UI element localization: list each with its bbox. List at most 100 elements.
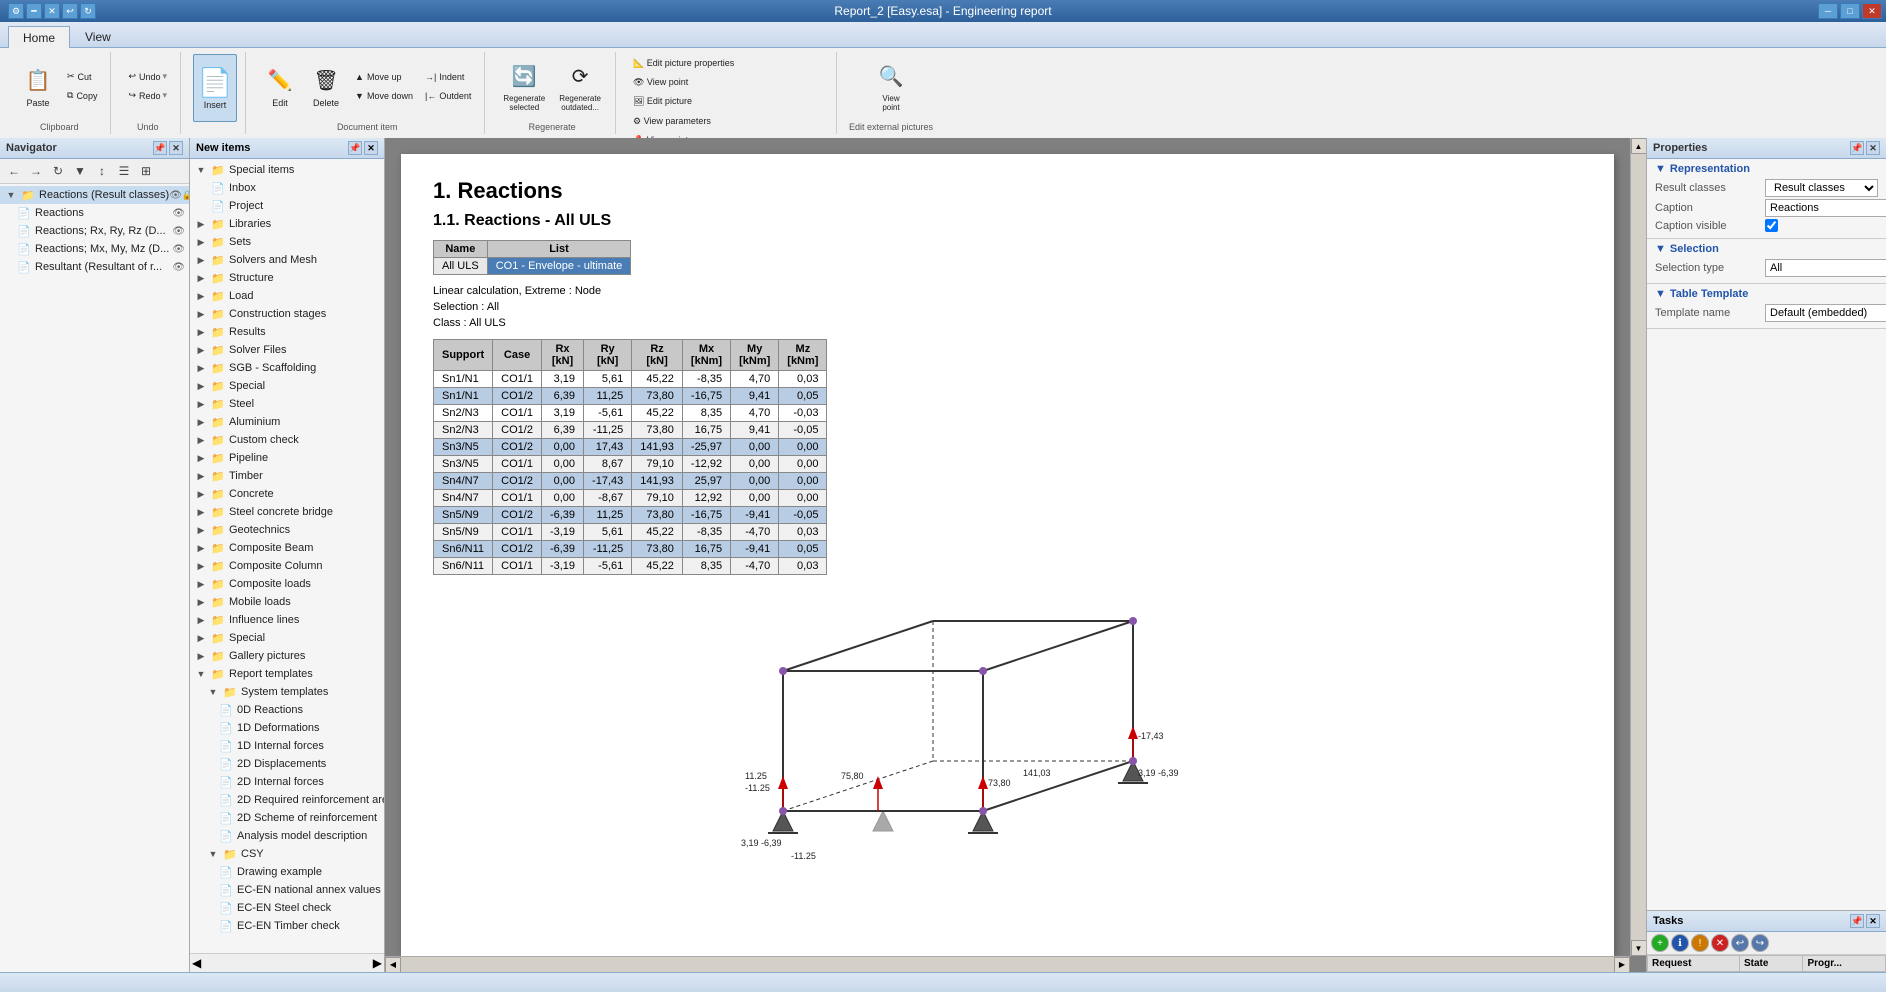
nav-item-reactions-xyz[interactable]: 📄 Reactions; Rx, Ry, Rz (D... 👁 [0,222,189,240]
view-point-button[interactable]: 👁 View point [628,73,739,91]
regenerate-outdated-button[interactable]: ⟳ Regenerateoutdated... [553,56,607,116]
nav-pin-btn[interactable]: 📌 [153,141,167,155]
task-btn-back[interactable]: ↩ [1731,934,1749,952]
redo-button[interactable]: ↪ Redo ▾ [123,87,172,105]
ni-csy[interactable]: ▼📁CSY [190,845,384,863]
ni-solver-files[interactable]: ▶📁Solver Files [190,341,384,359]
nav-item-reactions-mxyz[interactable]: 📄 Reactions; Mx, My, Mz (D... 👁 [0,240,189,258]
ni-ec-en-annex[interactable]: 📄EC-EN national annex values [190,881,384,899]
nav-forward-btn[interactable]: → [26,161,46,181]
tab-home[interactable]: Home [8,26,70,48]
redo-btn[interactable]: ↻ [80,3,96,19]
ni-2d-scheme[interactable]: 📄2D Scheme of reinforcement [190,809,384,827]
ni-composite-column[interactable]: ▶📁Composite Column [190,557,384,575]
nav-item-reactions[interactable]: 📄 Reactions 👁 [0,204,189,222]
edit-button[interactable]: ✏️ Edit [258,56,302,116]
eye-icon-4[interactable]: 👁 [172,262,185,273]
minimize-button[interactable]: ─ [1818,3,1838,19]
insert-button[interactable]: 📄 Insert [193,54,237,122]
ni-ec-en-timber[interactable]: 📄EC-EN Timber check [190,917,384,935]
ni-steel-bridge[interactable]: ▶📁Steel concrete bridge [190,503,384,521]
ni-report-templates[interactable]: ▼📁Report templates [190,665,384,683]
view-params-button[interactable]: ⚙ View parameters [628,112,716,130]
menu-btn[interactable]: ━ [26,3,42,19]
undo-btn[interactable]: ↩ [62,3,78,19]
ni-2d-displacements[interactable]: 📄2D Displacements [190,755,384,773]
ni-aluminium[interactable]: ▶📁Aluminium [190,413,384,431]
ni-analysis-model[interactable]: 📄Analysis model description [190,827,384,845]
move-up-button[interactable]: ▲ Move up [350,68,418,86]
ni-project[interactable]: 📄 Project [190,197,384,215]
tasks-pin-btn[interactable]: 📌 [1850,914,1864,928]
caption-input[interactable] [1765,199,1886,217]
ni-concrete[interactable]: ▶📁Concrete [190,485,384,503]
tree-left-btn[interactable]: ◀ [192,956,201,970]
ni-1d-internal[interactable]: 📄1D Internal forces [190,737,384,755]
caption-visible-checkbox[interactable] [1765,219,1778,232]
edit-picture-button[interactable]: 🖼 Edit picture [628,92,739,110]
ni-system-templates[interactable]: ▼📁System templates [190,683,384,701]
tasks-close-btn[interactable]: ✕ [1866,914,1880,928]
ni-2d-reinf[interactable]: 📄2D Required reinforcement areas E [190,791,384,809]
ni-gallery[interactable]: ▶📁Gallery pictures [190,647,384,665]
copy-button[interactable]: ⧉ Copy [62,87,102,105]
indent-button[interactable]: →| Indent [420,68,476,86]
task-btn-orange[interactable]: ! [1691,934,1709,952]
task-btn-forward[interactable]: ↪ [1751,934,1769,952]
window-controls[interactable]: ─ □ ✕ [1818,3,1882,19]
nav-sort-btn[interactable]: ↕ [92,161,112,181]
props-pin-btn[interactable]: 📌 [1850,141,1864,155]
ni-inbox[interactable]: 📄 Inbox [190,179,384,197]
new-items-close-btn[interactable]: ✕ [364,141,378,155]
nav-grid-btn[interactable]: ⊞ [136,161,156,181]
tab-view[interactable]: View [70,25,126,47]
scroll-down-btn[interactable]: ▼ [1631,940,1647,956]
representation-header[interactable]: ▼ Representation [1655,163,1878,175]
selection-type-input[interactable] [1765,259,1886,277]
ni-steel[interactable]: ▶📁Steel [190,395,384,413]
paste-button[interactable]: 📋 Paste [16,56,60,116]
eye-icon-0[interactable]: 👁 [169,190,182,201]
ni-pipeline[interactable]: ▶📁Pipeline [190,449,384,467]
regenerate-selected-button[interactable]: 🔄 Regenerateselected [497,56,551,116]
eye-icon-2[interactable]: 👁 [172,226,185,237]
ni-sets[interactable]: ▶📁Sets [190,233,384,251]
tasks-header-btns[interactable]: 📌 ✕ [1850,914,1880,928]
move-down-button[interactable]: ▼ Move down [350,87,418,105]
nav-filter-btn[interactable]: ▼ [70,161,90,181]
task-btn-blue[interactable]: ℹ [1671,934,1689,952]
nav-close-btn[interactable]: ✕ [169,141,183,155]
nav-list-btn[interactable]: ☰ [114,161,134,181]
ni-2d-internal[interactable]: 📄2D Internal forces [190,773,384,791]
ni-influence[interactable]: ▶📁Influence lines [190,611,384,629]
edit-picture-props-button[interactable]: 📐 Edit picture properties [628,54,739,72]
window-icons[interactable]: ⚙ ━ ✕ ↩ ↻ [8,3,96,19]
navigator-header-btns[interactable]: 📌 ✕ [153,141,183,155]
ni-custom[interactable]: ▶📁Custom check [190,431,384,449]
eye-icon-1[interactable]: 👁 [172,208,185,219]
scroll-left-btn[interactable]: ◀ [385,957,401,973]
outdent-button[interactable]: |← Outdent [420,87,476,105]
ni-composite-beam[interactable]: ▶📁Composite Beam [190,539,384,557]
result-classes-select[interactable]: Result classes [1765,179,1878,197]
delete-button[interactable]: 🗑 Delete [304,56,348,116]
ni-ec-en-steel[interactable]: 📄EC-EN Steel check [190,899,384,917]
ni-structure[interactable]: ▶📁Structure [190,269,384,287]
task-btn-red[interactable]: ✕ [1711,934,1729,952]
view-point-ext-button[interactable]: 🔍 Viewpoint [869,56,913,116]
ni-results[interactable]: ▶📁Results [190,323,384,341]
template-name-input[interactable] [1765,304,1886,322]
nav-refresh-btn[interactable]: ↻ [48,161,68,181]
undo-button[interactable]: ↩ Undo ▾ [123,68,172,86]
nav-back-btn[interactable]: ← [4,161,24,181]
ni-libraries[interactable]: ▶📁Libraries [190,215,384,233]
table-template-header[interactable]: ▼ Table Template [1655,288,1878,300]
app-icon[interactable]: ⚙ [8,3,24,19]
scroll-right-btn[interactable]: ▶ [1614,957,1630,973]
ni-drawing[interactable]: 📄Drawing example [190,863,384,881]
close-button[interactable]: ✕ [1862,3,1882,19]
task-btn-green[interactable]: + [1651,934,1669,952]
ni-mobile-loads[interactable]: ▶📁Mobile loads [190,593,384,611]
nav-item-reactions-root[interactable]: ▼ 📁 Reactions (Result classes) 👁 🔒 [0,186,189,204]
new-items-header-btns[interactable]: 📌 ✕ [348,141,378,155]
